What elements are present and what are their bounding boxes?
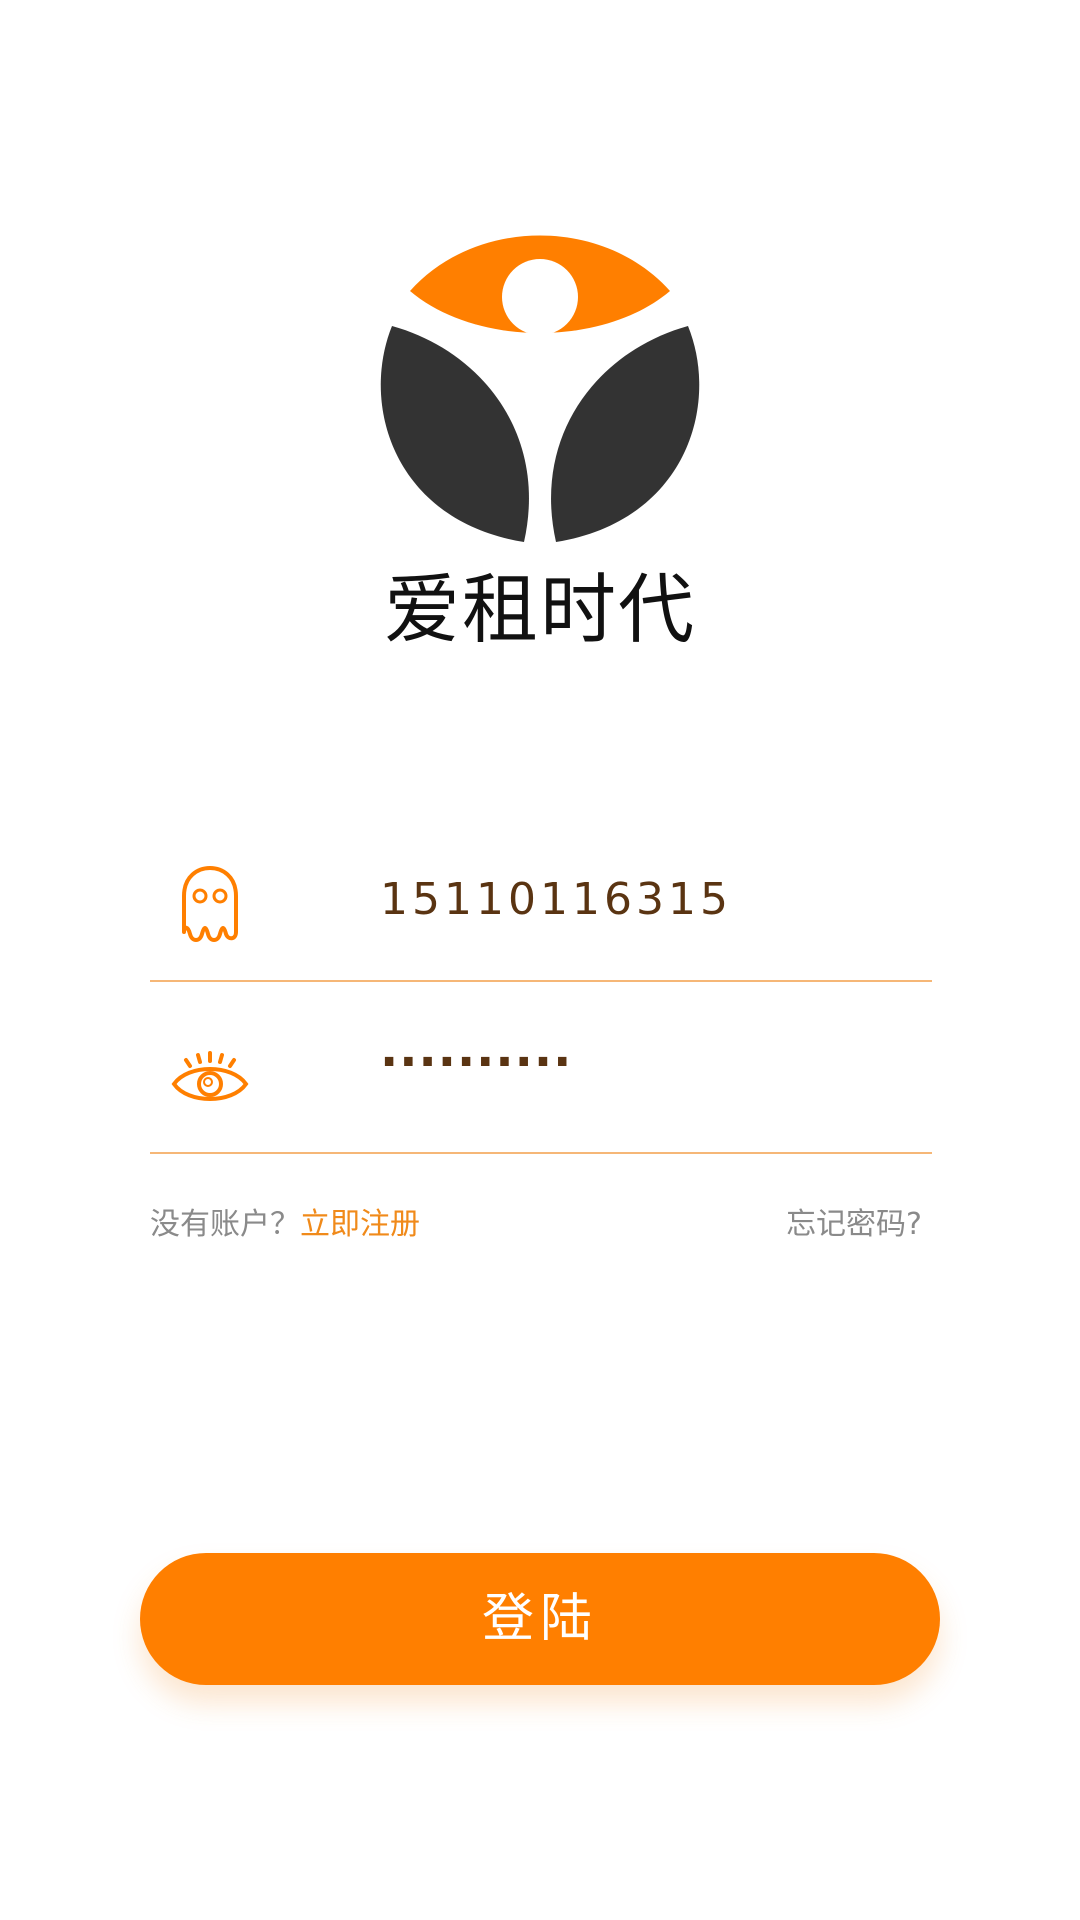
- account-links: 没有账户？立即注册 忘记密码?: [150, 1200, 932, 1250]
- no-account-text: 没有账户？: [150, 1207, 300, 1242]
- username-value[interactable]: 15110116315: [380, 872, 732, 928]
- password-field[interactable]: ··········: [150, 980, 932, 1154]
- brand-logo: [380, 235, 700, 542]
- password-value[interactable]: ··········: [380, 1034, 572, 1090]
- username-field[interactable]: 15110116315: [150, 808, 932, 982]
- register-row: 没有账户？立即注册: [150, 1200, 420, 1250]
- ghost-icon: [182, 866, 238, 942]
- eye-icon: [171, 1051, 249, 1101]
- forgot-password-link[interactable]: 忘记密码?: [786, 1200, 922, 1250]
- brand-name: 爱租时代: [384, 565, 696, 654]
- register-link[interactable]: 立即注册: [300, 1207, 420, 1242]
- login-button[interactable]: 登陆: [140, 1553, 940, 1685]
